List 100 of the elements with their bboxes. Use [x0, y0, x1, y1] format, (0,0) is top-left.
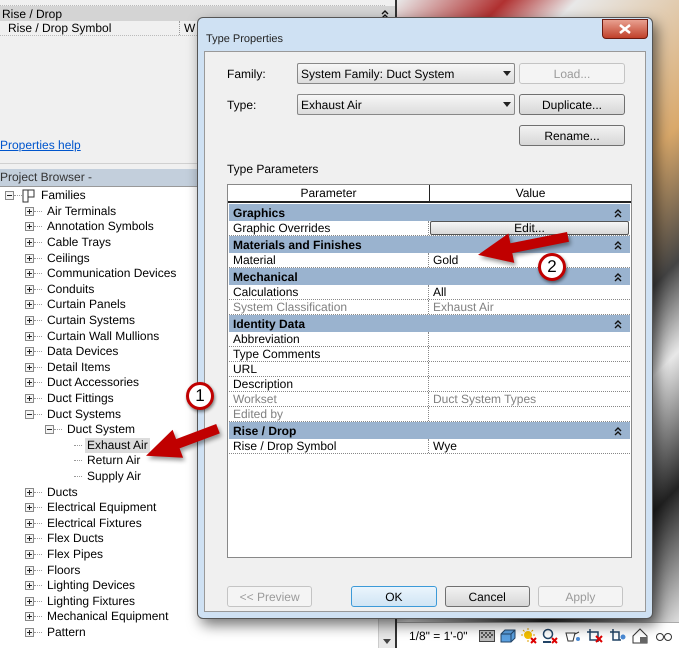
collapse-icon[interactable] [614, 426, 622, 436]
tree-item[interactable]: Communication Devices [45, 266, 178, 282]
tree-item[interactable]: Duct Systems [45, 406, 124, 422]
parameter-name: Material [229, 253, 429, 267]
family-dropdown[interactable]: System Family: Duct System [297, 63, 515, 84]
collapse-icon[interactable] [381, 8, 389, 18]
group-title: Mechanical [233, 268, 298, 286]
expand-icon[interactable] [25, 628, 34, 637]
expand-icon[interactable] [25, 347, 34, 356]
collapse-icon[interactable] [614, 318, 622, 328]
tree-item[interactable]: Exhaust Air [85, 438, 150, 453]
tree-item[interactable]: Data Devices [45, 344, 120, 360]
group-title: Rise / Drop [233, 422, 296, 440]
close-button[interactable] [602, 19, 648, 39]
dialog-button[interactable]: Rename... [519, 125, 625, 146]
expand-icon[interactable] [25, 612, 34, 622]
property-value: W [183, 21, 196, 35]
collapse-icon[interactable] [614, 208, 622, 218]
expand-icon[interactable] [25, 300, 34, 310]
expand-icon[interactable] [25, 316, 34, 326]
tree-item[interactable]: Lighting Fixtures [45, 594, 138, 609]
tree-item[interactable]: Curtain Wall Mullions [45, 328, 162, 344]
cube-icon[interactable] [500, 628, 516, 642]
parameter-name: Type Comments [229, 347, 429, 361]
close-icon[interactable] [619, 24, 631, 34]
column-header: Value [514, 185, 546, 201]
expand-icon[interactable] [25, 284, 34, 294]
expand-icon[interactable] [25, 378, 34, 388]
crop-region-icon[interactable] [608, 628, 627, 644]
tree-item[interactable]: Cable Trays [45, 235, 114, 250]
tree-item[interactable]: Mechanical Equipment [45, 609, 170, 624]
property-name: Rise / Drop Symbol [0, 21, 180, 35]
expand-icon[interactable] [25, 254, 34, 263]
view-scale[interactable]: 1/8" = 1'-0" [409, 626, 468, 644]
expand-icon[interactable] [25, 394, 34, 404]
expand-icon[interactable] [25, 488, 34, 497]
parameter-name: URL [229, 362, 429, 376]
collapse-icon[interactable] [614, 240, 622, 250]
collapse-icon[interactable] [25, 410, 34, 419]
expand-icon[interactable] [25, 534, 34, 544]
collapse-icon[interactable] [5, 191, 14, 200]
tree-item[interactable]: Ceilings [45, 250, 92, 266]
expand-icon[interactable] [25, 222, 34, 232]
tree-item[interactable]: Floors [45, 562, 82, 578]
expand-icon[interactable] [25, 566, 34, 575]
tree-item[interactable]: Duct Accessories [45, 375, 142, 390]
tree-item[interactable]: Ducts [45, 484, 80, 500]
dialog-button[interactable]: Cancel [444, 586, 530, 607]
expand-icon[interactable] [25, 581, 34, 590]
parameter-name: Rise / Drop Symbol [229, 439, 429, 453]
dialog-button[interactable]: Duplicate... [519, 94, 625, 115]
shadow-icon[interactable] [542, 628, 558, 644]
tree-item[interactable]: Supply Air [85, 468, 144, 484]
detail-level-icon[interactable] [478, 630, 495, 642]
tree-item[interactable]: Families [39, 188, 88, 204]
expand-icon[interactable] [25, 596, 34, 606]
parameter-value: Duct System Types [432, 392, 536, 406]
tree-item[interactable]: Detail Items [45, 360, 112, 375]
expand-icon[interactable] [25, 362, 34, 372]
tree-item[interactable]: Flex Pipes [45, 546, 106, 562]
tree-item[interactable]: Curtain Panels [45, 297, 128, 312]
collapse-icon[interactable] [614, 272, 622, 282]
families-icon [22, 188, 36, 203]
tree-item[interactable]: Duct System [65, 422, 138, 438]
tree-item[interactable]: Curtain Systems [45, 313, 138, 328]
edit-button[interactable]: Edit... [430, 221, 629, 235]
parameter-value: Exhaust Air [432, 300, 494, 314]
tree-item[interactable]: Lighting Devices [45, 578, 138, 594]
group-header: Rise / Drop [2, 6, 62, 22]
crop-icon[interactable] [586, 628, 604, 644]
tree-item[interactable]: Flex Ducts [45, 531, 106, 546]
tree-item[interactable]: Pattern [45, 624, 88, 640]
expand-icon[interactable] [25, 503, 34, 512]
properties-help-link[interactable]: Properties help [0, 136, 81, 154]
tree-item[interactable]: Return Air [85, 453, 142, 468]
collapse-icon[interactable] [45, 425, 54, 434]
tree-item[interactable]: Electrical Fixtures [45, 516, 144, 531]
parameter-name: Description [229, 377, 429, 391]
dropdown-arrow-icon[interactable] [503, 102, 511, 107]
parameter-value: Gold [432, 253, 458, 267]
dropdown-arrow-icon[interactable] [383, 639, 391, 644]
sun-icon[interactable] [520, 628, 537, 644]
tree-item[interactable]: Duct Fittings [45, 391, 116, 406]
tree-item[interactable]: Air Terminals [45, 204, 118, 219]
expand-icon[interactable] [25, 206, 34, 216]
tree-item[interactable]: Conduits [45, 282, 96, 297]
dropdown-arrow-icon[interactable] [503, 71, 511, 76]
expand-icon[interactable] [25, 269, 34, 278]
type-dropdown[interactable]: Exhaust Air [297, 94, 515, 115]
column-header: Parameter [228, 185, 430, 201]
tree-item[interactable]: Annotation Symbols [45, 219, 156, 234]
expand-icon[interactable] [25, 238, 34, 248]
expand-icon[interactable] [25, 332, 34, 341]
tree-item[interactable]: Electrical Equipment [45, 500, 158, 516]
expand-icon[interactable] [25, 550, 34, 559]
dialog-button[interactable]: OK [351, 586, 436, 607]
expand-icon[interactable] [25, 518, 34, 528]
lock-house-icon[interactable] [632, 628, 650, 644]
parameter-name: System Classification [229, 300, 429, 314]
type-label: Type: [227, 96, 258, 114]
